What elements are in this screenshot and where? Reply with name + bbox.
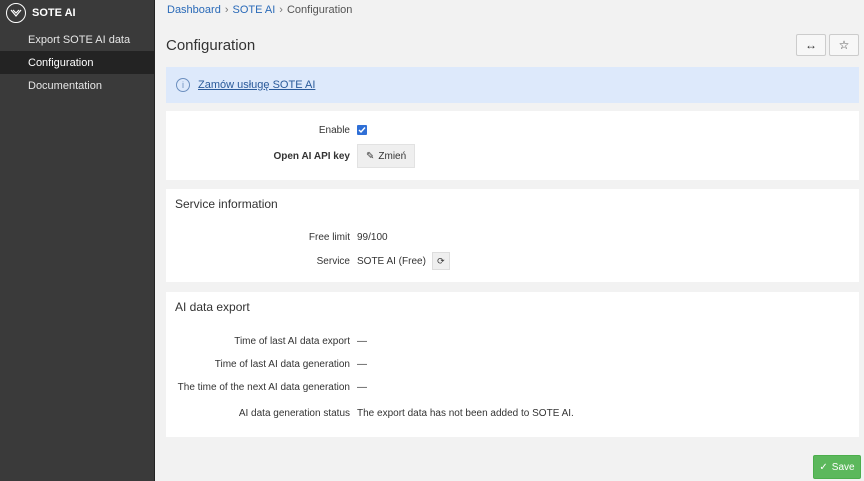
expand-button[interactable]: ↔: [796, 34, 826, 56]
favorite-button[interactable]: ☆: [829, 34, 859, 56]
enable-label: Enable: [318, 124, 350, 136]
sidebar-item-export[interactable]: Export SOTE AI data: [0, 28, 154, 51]
sidebar: SOTE AI Export SOTE AI data Configuratio…: [0, 0, 155, 481]
export-row-value: —: [357, 358, 367, 370]
service-value: SOTE AI (Free): [357, 255, 426, 267]
order-service-link[interactable]: Zamów usługę SOTE AI: [198, 79, 315, 91]
api-key-label: Open AI API key: [273, 150, 350, 162]
check-icon: ✓: [819, 461, 828, 473]
export-row-value: The export data has not been added to SO…: [357, 407, 574, 419]
free-limit-label: Free limit: [308, 231, 350, 243]
sidebar-item-configuration[interactable]: Configuration: [0, 51, 154, 74]
breadcrumb-separator: ›: [279, 4, 283, 16]
export-row: Time of last AI data generation —: [166, 354, 859, 374]
export-panel-title: AI data export: [175, 300, 250, 314]
export-row-label: The time of the next AI data generation: [177, 381, 350, 393]
expand-arrows-icon: ↔: [805, 38, 817, 52]
export-row-value: —: [357, 381, 367, 393]
star-icon: ☆: [838, 38, 850, 52]
export-row-label: Time of last AI data generation: [214, 358, 350, 370]
export-panel: AI data export Time of last AI data expo…: [166, 292, 859, 437]
breadcrumb-dashboard[interactable]: Dashboard: [167, 4, 221, 16]
export-row: The time of the next AI data generation …: [166, 377, 859, 397]
service-label: Service: [316, 255, 350, 267]
export-row-value: —: [357, 335, 367, 347]
sote-logo-icon: [6, 3, 26, 23]
enable-row: Enable: [166, 120, 859, 140]
settings-panel: Enable Open AI API key ✎ Zmień: [166, 111, 859, 180]
breadcrumb-separator: ›: [224, 4, 229, 16]
service-panel-title: Service information: [175, 197, 278, 211]
breadcrumb-current: Configuration: [286, 4, 353, 16]
info-bar: i Zamów usługę SOTE AI: [166, 67, 859, 103]
brand[interactable]: SOTE AI: [0, 0, 154, 26]
pencil-icon: ✎: [366, 150, 375, 162]
save-button[interactable]: ✓ Save: [813, 455, 861, 479]
page-title: Configuration: [166, 37, 256, 54]
export-row-label: Time of last AI data export: [234, 335, 350, 347]
info-icon: i: [176, 78, 190, 92]
free-limit-value: 99/100: [357, 231, 388, 243]
sidebar-item-documentation[interactable]: Documentation: [0, 74, 154, 97]
change-api-key-button[interactable]: ✎ Zmień: [357, 144, 416, 168]
brand-name: SOTE AI: [32, 7, 76, 19]
save-button-label: Save: [831, 461, 855, 473]
breadcrumb: Dashboard › SOTE AI › Configuration: [167, 4, 352, 16]
checkmark-icon: [358, 127, 366, 134]
refresh-icon: ⟳: [437, 255, 445, 266]
breadcrumb-sote-ai[interactable]: SOTE AI: [233, 4, 276, 16]
enable-checkbox[interactable]: [357, 125, 367, 135]
api-key-row: Open AI API key ✎ Zmień: [166, 144, 859, 168]
export-row: Time of last AI data export —: [166, 331, 859, 351]
change-button-label: Zmień: [378, 150, 407, 162]
refresh-service-button[interactable]: ⟳: [431, 252, 450, 270]
export-row-label: AI data generation status: [238, 407, 350, 419]
service-panel: Service information Free limit 99/100 Se…: [166, 189, 859, 282]
main-content: Dashboard › SOTE AI › Configuration Configur…: [155, 0, 864, 481]
free-limit-row: Free limit 99/100: [166, 227, 859, 247]
service-row: Service SOTE AI (Free) ⟳: [166, 251, 859, 271]
export-row: AI data generation status The export dat…: [166, 403, 859, 423]
